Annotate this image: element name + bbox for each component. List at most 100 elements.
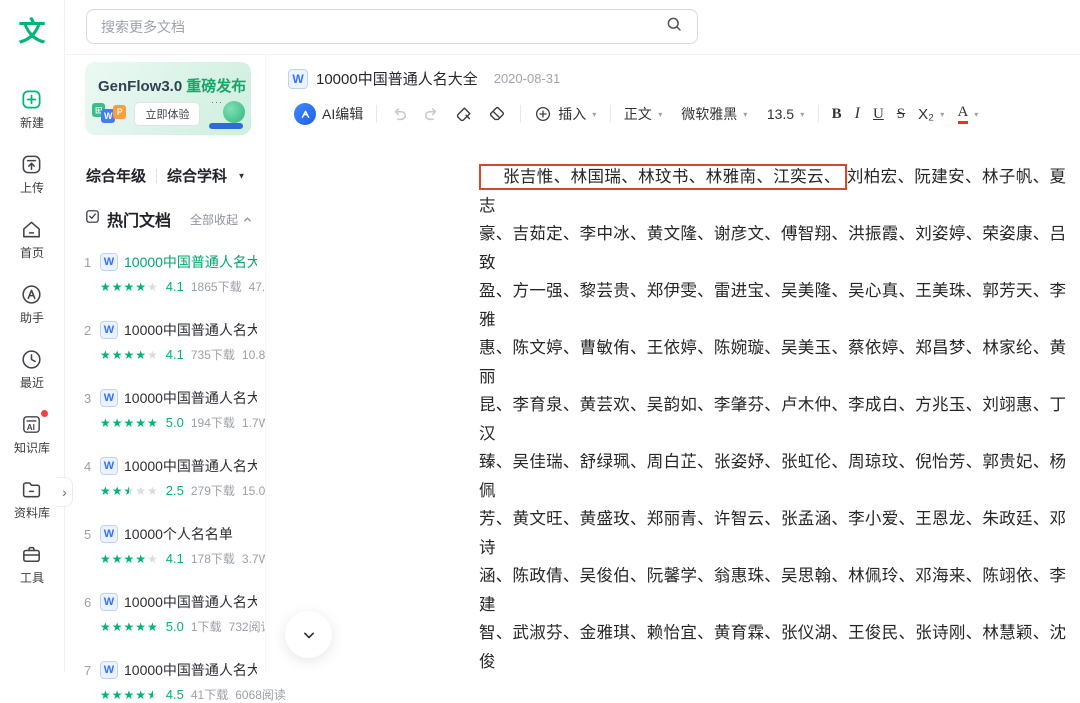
undo-button[interactable] bbox=[390, 105, 409, 124]
word-doc-icon: W bbox=[100, 457, 118, 475]
doc-rank: 1 bbox=[84, 254, 92, 270]
folder-icon bbox=[20, 477, 44, 501]
caret-down-icon[interactable]: ▼ bbox=[237, 171, 245, 180]
word-doc-icon: W bbox=[100, 321, 118, 339]
caret-down-icon: ▾ bbox=[657, 109, 663, 119]
rail-item-label: 首页 bbox=[19, 246, 44, 260]
clock-icon bbox=[20, 347, 44, 371]
search-icon[interactable] bbox=[665, 15, 683, 38]
rail-item-tools[interactable]: 工具 bbox=[14, 542, 50, 586]
scroll-down-button[interactable] bbox=[285, 611, 332, 658]
doc-text-line: 盈、方一强、黎芸贵、郑伊雯、雷进宝、吴美隆、吴心真、王美珠、郭芳天、李雅 bbox=[479, 281, 1066, 329]
rail-item-library[interactable]: 资料库 bbox=[14, 477, 50, 521]
filter-grade[interactable]: 综合年级 bbox=[86, 165, 146, 186]
download-count: 41下载 bbox=[190, 688, 229, 702]
hot-doc-item[interactable]: 4W10000中国普通人名大全★★★★★★★★★★2.5279下载15.0W阅读 bbox=[84, 456, 301, 499]
toolbox-icon bbox=[20, 542, 44, 566]
filter-subject[interactable]: 综合学科 bbox=[167, 165, 227, 186]
doc-rank: 5 bbox=[84, 526, 92, 542]
star-rating: ★★★★★★★★★★ bbox=[100, 619, 159, 634]
doc-rank: 7 bbox=[84, 662, 92, 678]
doc-item-title: 10000中国普通人名大全 bbox=[124, 458, 257, 474]
rail-item-home[interactable]: 首页 bbox=[14, 217, 50, 261]
word-doc-icon: W bbox=[100, 593, 118, 611]
star-rating: ★★★★★★★★★★ bbox=[100, 483, 159, 498]
paragraph-style-dropdown[interactable]: 正文 ▾ bbox=[624, 104, 663, 124]
promo-banner[interactable]: GenFlow3.0 重磅发布 ⊞ W P 立即体验 ··· bbox=[85, 62, 251, 135]
rating-value: 4.5 bbox=[165, 687, 184, 702]
hot-docs-title: 热门文档 bbox=[107, 213, 172, 230]
star-rating: ★★★★★★★★★★ bbox=[100, 551, 159, 566]
caret-down-icon: ▾ bbox=[800, 109, 805, 119]
collapse-all-button[interactable]: 全部收起 bbox=[190, 211, 253, 228]
hot-doc-item[interactable]: 7W 10000中国普通人名大全 ★★★★★★★★★★ 4.5 41下载 6068阅读 bbox=[84, 660, 286, 703]
hot-doc-item[interactable]: 2W10000中国普通人名大全★★★★★★★★★★4.1735下载10.8W阅读 bbox=[84, 320, 301, 363]
format-painter-button[interactable] bbox=[454, 104, 474, 124]
panel-collapse-handle[interactable]: › bbox=[57, 477, 73, 507]
insert-button[interactable]: 插入 ▾ bbox=[534, 104, 597, 124]
doc-text-line: 昆、李育泉、黄芸欢、吴韵如、李肇芬、卢木仲、李成白、方兆玉、刘翊惠、丁汉 bbox=[479, 395, 1066, 443]
font-family-dropdown[interactable]: 微软雅黑 ▾ bbox=[681, 104, 748, 124]
font-color-button[interactable]: A ▾ bbox=[957, 104, 979, 124]
rail-item-label: 工具 bbox=[19, 571, 44, 585]
download-count: 279下载 bbox=[190, 484, 235, 498]
assistant-icon bbox=[20, 282, 44, 306]
underline-button[interactable]: U bbox=[873, 106, 884, 123]
doc-item-title: 10000中国普通人名大全 bbox=[124, 254, 257, 270]
plus-icon bbox=[20, 87, 44, 111]
font-size-dropdown[interactable]: 13.5 ▾ bbox=[767, 106, 805, 122]
download-count: 194下载 bbox=[190, 416, 235, 430]
doc-text-line: 臻、吴佳瑞、舒绿珮、周白芷、张姿妤、张虹伦、周琼玟、倪怡芳、郭贵妃、杨佩 bbox=[479, 452, 1066, 500]
word-doc-icon: W bbox=[100, 389, 118, 407]
wenku-logo[interactable]: 文 bbox=[19, 10, 46, 49]
doc-item-title: 10000中国普通人名大全 bbox=[124, 662, 257, 678]
redo-button[interactable] bbox=[422, 105, 441, 124]
doc-text-line: 芳、黄文旺、黄盛玫、郑丽青、许智云、张孟涵、李小爱、王恩龙、朱政廷、邓诗 bbox=[479, 509, 1066, 557]
upload-icon bbox=[20, 152, 44, 176]
ai-edit-button[interactable]: AI编辑 bbox=[294, 103, 363, 125]
italic-button[interactable]: I bbox=[855, 105, 860, 123]
star-rating: ★★★★★★★★★★ bbox=[100, 415, 159, 430]
rail-item-label: 知识库 bbox=[13, 441, 50, 455]
rail-item-assistant[interactable]: 助手 bbox=[14, 282, 50, 326]
doc-text-line: 惠、陈文婷、曹敏侑、王依婷、陈婉璇、吴美玉、蔡依婷、郑昌梦、林家纶、黄丽 bbox=[479, 338, 1066, 386]
word-doc-icon: W bbox=[100, 661, 118, 679]
rating-value: 4.1 bbox=[165, 551, 184, 566]
search-input[interactable]: 搜索更多文档 bbox=[86, 9, 698, 44]
hot-doc-item[interactable]: 5W10000个人名名单★★★★★★★★★★4.1178下载3.7W阅读 bbox=[84, 524, 294, 567]
rating-value: 2.5 bbox=[165, 483, 184, 498]
home-icon bbox=[20, 217, 44, 241]
document-body[interactable]: 张吉惟、林国瑞、林玟书、林雅南、江奕云、 刘柏宏、阮建安、林子帆、夏志 豪、吉茹定、… bbox=[479, 163, 1066, 672]
download-count: 178下载 bbox=[190, 552, 235, 566]
rating-value: 4.1 bbox=[165, 347, 184, 362]
rail-item-knowledge[interactable]: AI 知识库 bbox=[13, 410, 50, 456]
promo-cta-button[interactable]: 立即体验 bbox=[134, 102, 201, 126]
hot-docs-icon bbox=[84, 208, 101, 230]
strikethrough-button[interactable]: S bbox=[897, 106, 905, 123]
top-bar: 搜索更多文档 bbox=[66, 0, 1080, 55]
download-count: 1865下载 bbox=[190, 280, 242, 294]
filter-divider bbox=[156, 168, 158, 183]
bold-button[interactable]: B bbox=[832, 106, 842, 123]
side-panel: GenFlow3.0 重磅发布 ⊞ W P 立即体验 ··· 综合年级 综合学科 … bbox=[66, 55, 307, 702]
ai-edit-icon bbox=[294, 103, 316, 125]
doc-text-line: 涵、陈政倩、吴俊伯、阮馨学、翁惠珠、吴思翰、林佩玲、邓海来、陈翊依、李建 bbox=[479, 566, 1066, 614]
caret-down-icon: ▾ bbox=[743, 109, 748, 119]
subscript-button[interactable]: X₂ ▾ bbox=[918, 106, 944, 123]
document-title: 10000中国普通人名大全 bbox=[316, 71, 478, 88]
hot-doc-item[interactable]: 1W10000中国普通人名大全★★★★★★★★★★4.11865下载47.9W阅… bbox=[84, 252, 307, 295]
rail-item-upload[interactable]: 上传 bbox=[14, 152, 50, 196]
hot-docs-list: 1W10000中国普通人名大全★★★★★★★★★★4.11865下载47.9W阅… bbox=[84, 252, 307, 703]
document-pane: W 10000中国普通人名大全 2020-08-31 AI编辑 插入 ▾ 正文 … bbox=[265, 55, 1080, 672]
rail-item-recent[interactable]: 最近 bbox=[14, 347, 50, 391]
app-icon-ppt: P bbox=[112, 105, 127, 119]
doc-rank: 6 bbox=[84, 594, 92, 610]
eraser-button[interactable] bbox=[487, 104, 507, 124]
doc-rank: 3 bbox=[84, 390, 92, 406]
rail-item-new[interactable]: 新建 bbox=[14, 87, 50, 131]
promo-title: GenFlow3.0 重磅发布 bbox=[98, 78, 247, 95]
rail-item-label: 上传 bbox=[19, 181, 44, 195]
hot-doc-item[interactable]: 3W10000中国普通人名大...★★★★★★★★★★5.0194下载1.7W阅… bbox=[84, 388, 294, 431]
hot-doc-item[interactable]: 6W10000中国普通人名大...★★★★★★★★★★5.01下载732阅读 bbox=[84, 592, 273, 635]
doc-text-line: 智、武淑芬、金雅琪、赖怡宜、黄育霖、张仪湖、王俊民、张诗刚、林慧颖、沈俊 bbox=[479, 623, 1066, 671]
